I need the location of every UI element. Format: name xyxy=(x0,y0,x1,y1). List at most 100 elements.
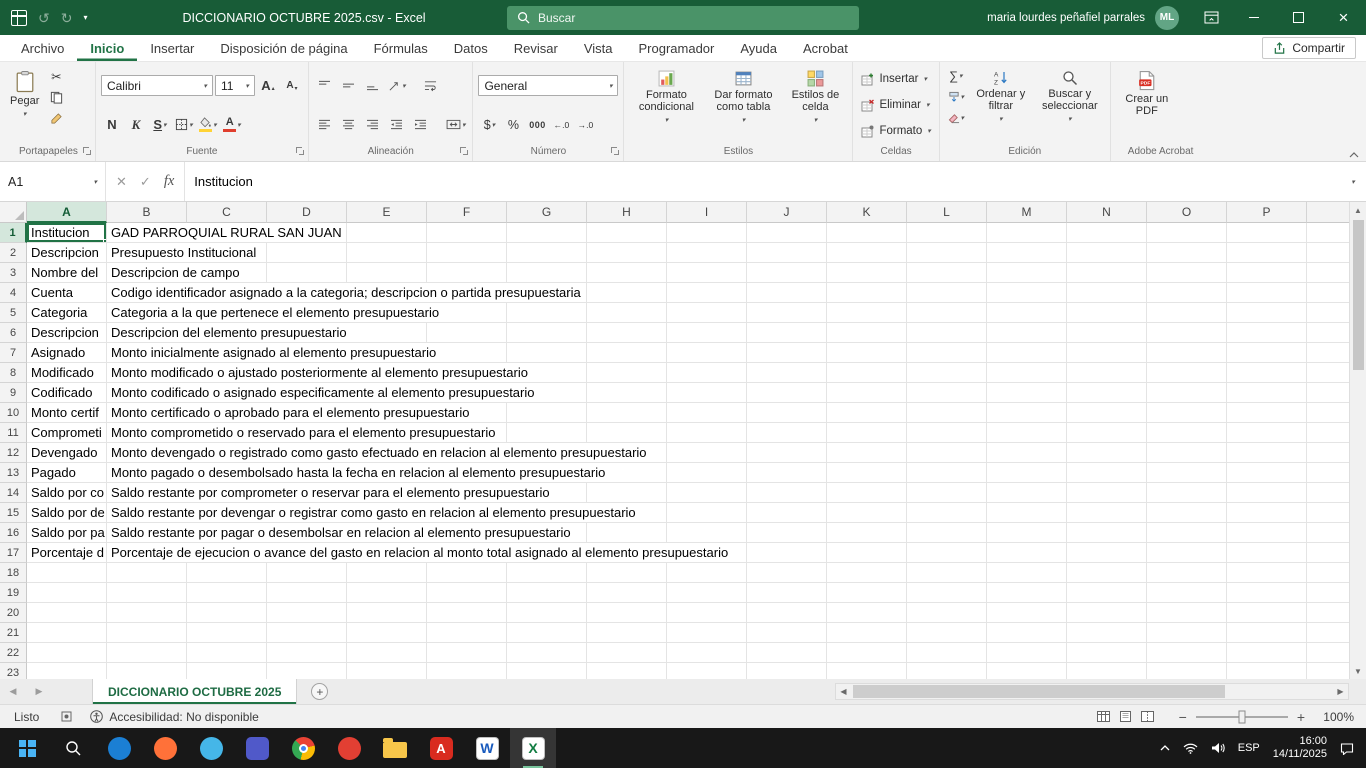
cell-B14[interactable]: Saldo restante por comprometer o reserva… xyxy=(107,483,187,503)
cell-P13[interactable] xyxy=(1227,463,1307,483)
cell-I14[interactable] xyxy=(667,483,747,503)
font-dialog-launcher[interactable] xyxy=(296,147,305,156)
column-header-partial[interactable] xyxy=(1307,202,1349,223)
cell-G7[interactable] xyxy=(507,343,587,363)
cell-O8[interactable] xyxy=(1147,363,1227,383)
cell-K16[interactable] xyxy=(827,523,907,543)
cell-I13[interactable] xyxy=(667,463,747,483)
cell-F3[interactable] xyxy=(427,263,507,283)
cell-P5[interactable] xyxy=(1227,303,1307,323)
cell-O9[interactable] xyxy=(1147,383,1227,403)
cell-I19[interactable] xyxy=(667,583,747,603)
cell-K13[interactable] xyxy=(827,463,907,483)
cell-M16[interactable] xyxy=(987,523,1067,543)
name-box[interactable]: A1 xyxy=(0,162,106,201)
cell-O5[interactable] xyxy=(1147,303,1227,323)
find-select-button[interactable]: Buscar y seleccionar xyxy=(1035,66,1105,144)
cell-N1[interactable] xyxy=(1067,223,1147,243)
comma-style-button[interactable]: 000 xyxy=(526,115,548,135)
cell-B9[interactable]: Monto codificado o asignado especificame… xyxy=(107,383,187,403)
cell-L3[interactable] xyxy=(907,263,987,283)
row-header-7[interactable]: 7 xyxy=(0,343,27,363)
column-header-C[interactable]: C xyxy=(187,202,267,223)
cell-N19[interactable] xyxy=(1067,583,1147,603)
cell-K8[interactable] xyxy=(827,363,907,383)
cell-D22[interactable] xyxy=(267,643,347,663)
cell-N2[interactable] xyxy=(1067,243,1147,263)
cell-G19[interactable] xyxy=(507,583,587,603)
cell-N18[interactable] xyxy=(1067,563,1147,583)
row-header-9[interactable]: 9 xyxy=(0,383,27,403)
cell-B16[interactable]: Saldo restante por pagar o desembolsar e… xyxy=(107,523,187,543)
cell-C21[interactable] xyxy=(187,623,267,643)
cell-partial-3[interactable] xyxy=(1307,263,1349,283)
cell-L11[interactable] xyxy=(907,423,987,443)
cell-K5[interactable] xyxy=(827,303,907,323)
tab-f-rmulas[interactable]: Fórmulas xyxy=(361,35,441,61)
cell-F23[interactable] xyxy=(427,663,507,679)
cell-E18[interactable] xyxy=(347,563,427,583)
ribbon-display-options-button[interactable] xyxy=(1191,0,1231,35)
cell-K15[interactable] xyxy=(827,503,907,523)
cell-B11[interactable]: Monto comprometido o reservado para el e… xyxy=(107,423,187,443)
cell-L1[interactable] xyxy=(907,223,987,243)
row-header-11[interactable]: 11 xyxy=(0,423,27,443)
redo-button[interactable]: ↻ xyxy=(61,11,73,25)
cell-P21[interactable] xyxy=(1227,623,1307,643)
cell-B23[interactable] xyxy=(107,663,187,679)
zoom-in-button[interactable]: + xyxy=(1297,710,1305,724)
cell-N13[interactable] xyxy=(1067,463,1147,483)
cell-J19[interactable] xyxy=(747,583,827,603)
cell-J5[interactable] xyxy=(747,303,827,323)
cell-G11[interactable] xyxy=(507,423,587,443)
cell-E22[interactable] xyxy=(347,643,427,663)
cell-E3[interactable] xyxy=(347,263,427,283)
cell-H19[interactable] xyxy=(587,583,667,603)
cell-L14[interactable] xyxy=(907,483,987,503)
cell-M13[interactable] xyxy=(987,463,1067,483)
cell-J12[interactable] xyxy=(747,443,827,463)
cell-O12[interactable] xyxy=(1147,443,1227,463)
zoom-slider-thumb[interactable] xyxy=(1238,710,1245,723)
cell-A13[interactable]: Pagado xyxy=(27,463,107,483)
tab-revisar[interactable]: Revisar xyxy=(501,35,571,61)
cell-partial-13[interactable] xyxy=(1307,463,1349,483)
cell-H2[interactable] xyxy=(587,243,667,263)
cell-A1[interactable]: Institucion xyxy=(27,223,107,243)
horizontal-scrollbar[interactable]: ◀ ▶ xyxy=(835,683,1349,700)
cell-P12[interactable] xyxy=(1227,443,1307,463)
cell-J11[interactable] xyxy=(747,423,827,443)
scroll-up-arrow[interactable]: ▲ xyxy=(1350,202,1366,218)
cell-H9[interactable] xyxy=(587,383,667,403)
row-header-13[interactable]: 13 xyxy=(0,463,27,483)
cell-M20[interactable] xyxy=(987,603,1067,623)
cell-C18[interactable] xyxy=(187,563,267,583)
cell-P4[interactable] xyxy=(1227,283,1307,303)
language-indicator[interactable]: ESP xyxy=(1238,742,1260,754)
cell-J17[interactable] xyxy=(747,543,827,563)
expand-formula-bar-button[interactable] xyxy=(1340,178,1366,186)
column-header-B[interactable]: B xyxy=(107,202,187,223)
italic-button[interactable]: K xyxy=(125,115,147,135)
cell-partial-17[interactable] xyxy=(1307,543,1349,563)
cell-P10[interactable] xyxy=(1227,403,1307,423)
cell-M1[interactable] xyxy=(987,223,1067,243)
cell-A21[interactable] xyxy=(27,623,107,643)
scroll-left-arrow[interactable]: ◀ xyxy=(836,687,851,696)
cell-O4[interactable] xyxy=(1147,283,1227,303)
cell-O11[interactable] xyxy=(1147,423,1227,443)
cell-K9[interactable] xyxy=(827,383,907,403)
cell-I6[interactable] xyxy=(667,323,747,343)
cell-N21[interactable] xyxy=(1067,623,1147,643)
cell-partial-15[interactable] xyxy=(1307,503,1349,523)
cell-M18[interactable] xyxy=(987,563,1067,583)
row-header-4[interactable]: 4 xyxy=(0,283,27,303)
number-format-select[interactable]: General xyxy=(478,75,618,96)
minimize-button[interactable] xyxy=(1231,0,1276,35)
cell-I7[interactable] xyxy=(667,343,747,363)
cell-J20[interactable] xyxy=(747,603,827,623)
cut-button[interactable]: ✂ xyxy=(45,66,67,86)
cell-E2[interactable] xyxy=(347,243,427,263)
column-header-N[interactable]: N xyxy=(1067,202,1147,223)
cell-G23[interactable] xyxy=(507,663,587,679)
